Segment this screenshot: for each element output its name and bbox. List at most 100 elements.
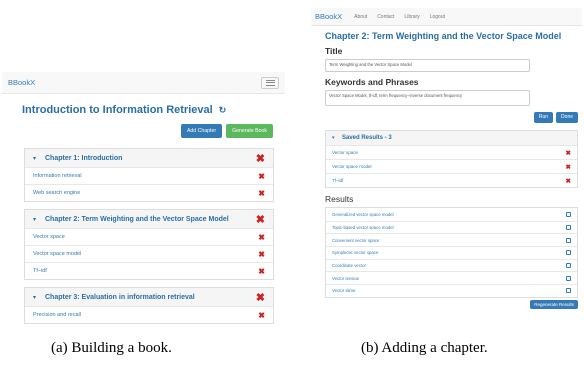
caption-a: (a) Building a book.: [51, 340, 172, 356]
result-row: Generalized vector space model: [326, 208, 577, 221]
result-row: Vector slime: [326, 284, 577, 297]
delete-item-icon[interactable]: ✖: [258, 233, 265, 242]
result-checkbox[interactable]: [566, 225, 571, 231]
result-checkbox[interactable]: [566, 211, 571, 217]
chevron-down-icon[interactable]: ▾: [332, 135, 342, 141]
saved-results-header[interactable]: ▾ Saved Results - 3: [326, 131, 577, 145]
refresh-icon[interactable]: ↻: [219, 105, 227, 115]
chapter-header[interactable]: ▾ Chapter 3: Evaluation in information r…: [25, 288, 273, 306]
title-label: Title: [325, 46, 343, 56]
result-link[interactable]: Generalized vector space model: [332, 212, 394, 217]
chapter-item: Precision and recall ✖: [25, 306, 273, 323]
nav-link-library[interactable]: Library: [404, 14, 419, 20]
delete-item-icon[interactable]: ✖: [258, 250, 265, 259]
delete-item-icon[interactable]: ✖: [258, 172, 265, 181]
result-link[interactable]: Convenient vector space: [332, 238, 379, 243]
result-link[interactable]: Topic-based vector space model: [332, 225, 394, 230]
book-actions: Add Chapter Generate Book: [180, 124, 273, 138]
nav-link-logout[interactable]: Logout: [430, 14, 445, 20]
chapter-list: ▾ Chapter 1: Introduction ✖ Information …: [24, 148, 274, 331]
nav-link-about[interactable]: About: [354, 14, 367, 20]
saved-result-row: Vector space ✖: [326, 145, 577, 159]
keywords-field[interactable]: Vector Space Model, tf-idf, term frequen…: [325, 90, 530, 106]
chapter-panel: ▾ Chapter 2: Term Weighting and the Vect…: [24, 209, 274, 280]
regenerate-wrap: Regenerate Results: [311, 299, 578, 309]
result-row: Convenient vector space: [326, 233, 577, 246]
delete-saved-icon[interactable]: ✖: [566, 149, 571, 157]
chapter-item: Vector space ✖: [25, 228, 273, 245]
panel-adding-chapter: BBookX About Contact Library Logout Chap…: [311, 8, 582, 328]
regenerate-results-button[interactable]: Regenerate Results: [530, 299, 578, 309]
title-field[interactable]: Term Weighting and the Vector Space Mode…: [325, 59, 530, 72]
chapter-item-link[interactable]: Web search engine: [33, 190, 80, 196]
chapter-item: Information retrieval ✖: [25, 167, 273, 184]
chapter-item-link[interactable]: Information retrieval: [33, 173, 82, 179]
chapter-title: Chapter 2: Term Weighting and the Vector…: [45, 215, 229, 223]
result-row: Vector tension: [326, 271, 577, 284]
brand-link[interactable]: BBookX: [8, 78, 35, 87]
saved-result-link[interactable]: Vector space model: [332, 164, 372, 169]
chevron-down-icon[interactable]: ▾: [33, 216, 45, 223]
delete-saved-icon[interactable]: ✖: [566, 177, 571, 185]
keywords-label: Keywords and Phrases: [325, 77, 419, 87]
add-chapter-button[interactable]: Add Chapter: [180, 124, 223, 138]
chapter-item: Web search engine ✖: [25, 184, 273, 201]
chapter-item-link[interactable]: Tf–idf: [33, 268, 47, 274]
nav-link-contact[interactable]: Contact: [377, 14, 394, 20]
chevron-down-icon[interactable]: ▾: [33, 294, 45, 301]
hamburger-icon[interactable]: [261, 76, 279, 89]
saved-results-panel: ▾ Saved Results - 3 Vector space ✖ Vecto…: [325, 130, 578, 188]
delete-item-icon[interactable]: ✖: [258, 189, 265, 198]
brand-link[interactable]: BBookX: [315, 12, 342, 21]
results-list: Generalized vector space model Topic-bas…: [325, 207, 578, 298]
chapter-header[interactable]: ▾ Chapter 2: Term Weighting and the Vect…: [25, 210, 273, 228]
chapter-actions: Run Done: [311, 112, 578, 123]
result-row: Coordinate vector: [326, 258, 577, 272]
result-checkbox[interactable]: [566, 288, 571, 294]
chapter-item: Vector space model ✖: [25, 245, 273, 262]
delete-chapter-icon[interactable]: ✖: [256, 152, 265, 165]
saved-result-row: Vector space model ✖: [326, 159, 577, 173]
chevron-down-icon[interactable]: ▾: [33, 155, 45, 162]
result-link[interactable]: Coordinate vector: [332, 263, 366, 268]
delete-item-icon[interactable]: ✖: [258, 311, 265, 320]
chapter-item: Tf–idf ✖: [25, 262, 273, 279]
result-checkbox[interactable]: [566, 275, 571, 281]
caption-b: (b) Adding a chapter.: [361, 340, 488, 356]
result-link[interactable]: Vector slime: [332, 288, 355, 293]
saved-result-link[interactable]: Tf–idf: [332, 178, 343, 183]
book-title-text: Introduction to Information Retrieval: [22, 104, 213, 116]
chapter-item-link[interactable]: Vector space: [33, 234, 65, 240]
chapter-heading: Chapter 2: Term Weighting and the Vector…: [325, 31, 562, 41]
delete-chapter-icon[interactable]: ✖: [256, 291, 265, 304]
generate-book-button[interactable]: Generate Book: [226, 124, 273, 138]
result-checkbox[interactable]: [566, 250, 571, 256]
delete-item-icon[interactable]: ✖: [258, 267, 265, 276]
book-title: Introduction to Information Retrieval ↻: [22, 104, 285, 116]
chapter-header[interactable]: ▾ Chapter 1: Introduction ✖: [25, 149, 273, 167]
chapter-title: Chapter 1: Introduction: [45, 154, 123, 162]
delete-chapter-icon[interactable]: ✖: [256, 213, 265, 226]
chapter-panel: ▾ Chapter 3: Evaluation in information r…: [24, 287, 274, 324]
chapter-item-link[interactable]: Precision and recall: [33, 312, 81, 318]
result-row: Symplectic vector space: [326, 246, 577, 259]
run-button[interactable]: Run: [533, 112, 554, 123]
result-checkbox[interactable]: [566, 263, 571, 269]
chapter-item-link[interactable]: Vector space model: [33, 251, 81, 257]
nav-links: About Contact Library Logout: [354, 14, 445, 20]
navbar: BBookX About Contact Library Logout: [311, 8, 582, 26]
delete-saved-icon[interactable]: ✖: [566, 163, 571, 171]
result-link[interactable]: Vector tension: [332, 276, 359, 281]
chapter-title: Chapter 3: Evaluation in information ret…: [45, 293, 195, 301]
result-checkbox[interactable]: [566, 237, 571, 243]
results-heading: Results: [325, 194, 354, 204]
result-link[interactable]: Symplectic vector space: [332, 250, 378, 255]
done-button[interactable]: Done: [556, 112, 578, 123]
navbar: BBookX: [2, 72, 285, 94]
saved-result-row: Tf–idf ✖: [326, 173, 577, 187]
result-row: Topic-based vector space model: [326, 220, 577, 234]
saved-result-link[interactable]: Vector space: [332, 150, 358, 155]
chapter-panel: ▾ Chapter 1: Introduction ✖ Information …: [24, 148, 274, 202]
saved-results-title: Saved Results - 3: [342, 135, 392, 141]
panel-building-book: BBookX Introduction to Information Retri…: [2, 72, 285, 334]
